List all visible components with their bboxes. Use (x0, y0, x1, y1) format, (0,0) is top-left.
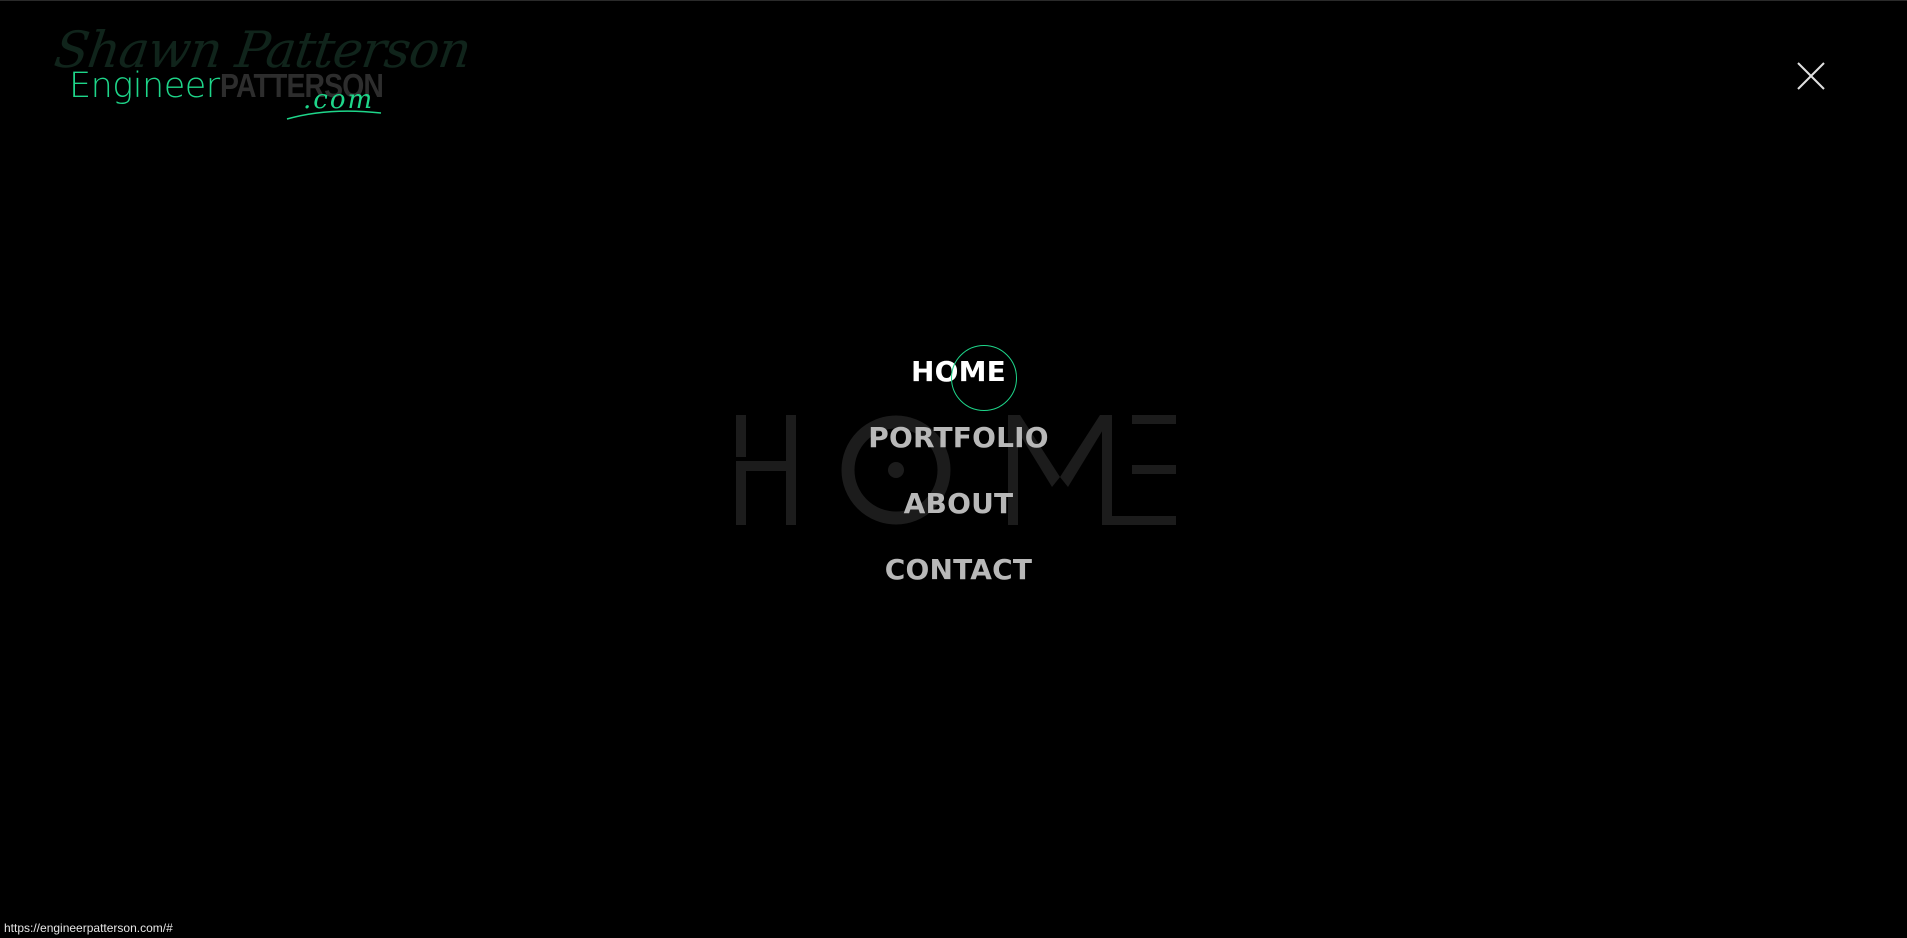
logo-swoosh-icon (286, 110, 382, 120)
menu-item-contact: CONTACT (0, 546, 1907, 612)
menu-item-home: HOME (0, 348, 1907, 414)
menu-link-contact[interactable]: CONTACT (885, 553, 1032, 586)
logo-engineer-text: Engineer (69, 66, 220, 106)
close-icon (1797, 62, 1825, 90)
menu-link-home[interactable]: HOME (911, 355, 1006, 388)
site-logo[interactable]: Shawn Patterson EngineerPATTERSON .com (51, 21, 474, 120)
menu-link-portfolio[interactable]: PORTFOLIO (868, 421, 1049, 454)
close-menu-button[interactable] (1796, 61, 1826, 91)
menu-item-portfolio: PORTFOLIO (0, 414, 1907, 480)
menu-item-about: ABOUT (0, 480, 1907, 546)
main-menu: HOME PORTFOLIO ABOUT CONTACT (0, 348, 1907, 612)
menu-link-about[interactable]: ABOUT (904, 487, 1014, 520)
status-bar-url: https://engineerpatterson.com/# (0, 919, 179, 938)
